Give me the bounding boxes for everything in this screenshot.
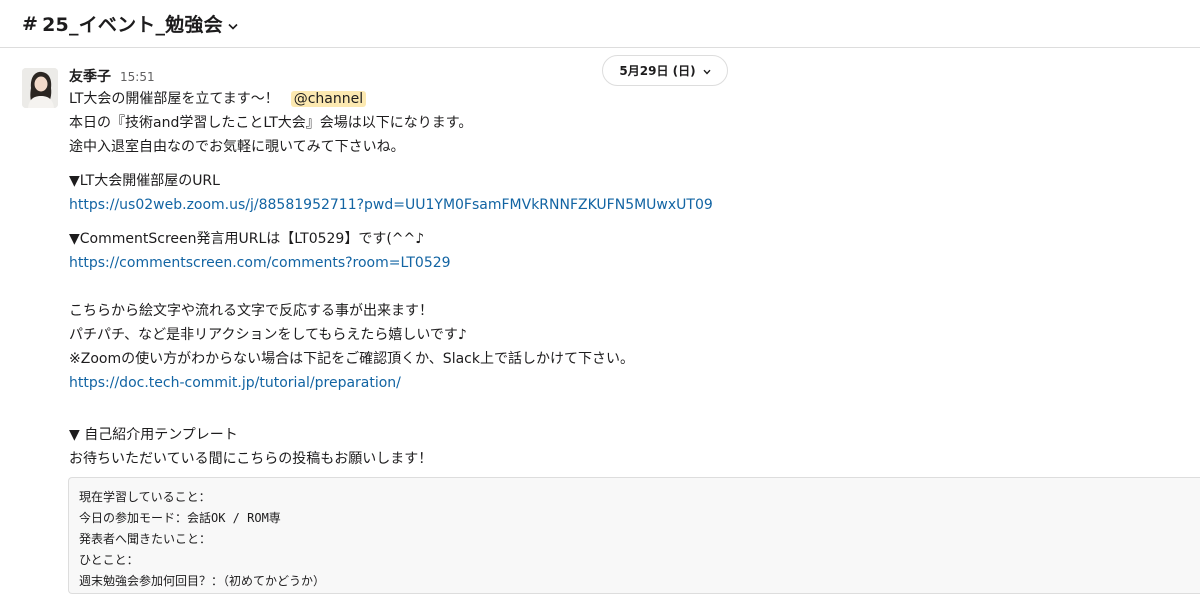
code-line: 今日の参加モード：会話OK / ROM専 (79, 511, 281, 525)
zoom-link[interactable]: https://us02web.zoom.us/j/88581952711?pw… (69, 197, 713, 213)
message-text: LT大会の開催部屋を立てます〜！ (69, 91, 279, 107)
code-block: 現在学習していること： 今日の参加モード：会話OK / ROM専 発表者へ聞きた… (68, 477, 1200, 594)
message-text: 途中入退室自由なのでお気軽に覗いてみて下さいね。 (69, 139, 405, 155)
message-text: こちらから絵文字や流れる文字で反応する事が出来ます！ (69, 303, 433, 319)
message-text: ▼CommentScreen発言用URLは【LT0529】です(^^♪ (69, 231, 425, 247)
message-text: ▼ 自己紹介用テンプレート (69, 427, 238, 443)
message-text: 本日の『技術and学習したことLT大会』会場は以下になります。 (69, 115, 473, 131)
channel-mention[interactable]: @channel (290, 91, 367, 107)
channel-name-button[interactable]: # 25_イベント_勉強会 (22, 10, 238, 37)
channel-hash-symbol: # (22, 12, 39, 35)
channel-title: 25_イベント_勉強会 (42, 14, 223, 36)
message-text: お待ちいただいている間にこちらの投稿もお願いします！ (69, 451, 433, 467)
message-author[interactable]: 友季子 (69, 66, 111, 86)
chevron-down-icon (228, 13, 238, 35)
message-line: LT大会の開催部屋を立てます〜！ @channel (69, 87, 1189, 111)
avatar[interactable] (22, 68, 58, 108)
code-line: ひとこと： (79, 553, 139, 567)
tutorial-link[interactable]: https://doc.tech-commit.jp/tutorial/prep… (69, 375, 401, 391)
message-text: ▼LT大会開催部屋のURL (69, 173, 220, 189)
code-line: 現在学習していること： (79, 490, 211, 504)
message-text: パチパチ、など是非リアクションをしてもらえたら嬉しいです♪ (69, 327, 467, 343)
code-line: 発表者へ聞きたいこと： (79, 532, 212, 546)
channel-header: # 25_イベント_勉強会 (0, 0, 1200, 48)
code-line: 週末勉強会参加何回目？：（初めてかどうか） (79, 574, 326, 588)
message: 友季子 15:51 LT大会の開催部屋を立てます〜！ @channel 本日の『技… (69, 66, 1189, 471)
message-text: ※Zoomの使い方がわからない場合は下記をご確認頂くか、Slack上で話しかけて… (69, 351, 634, 367)
commentscreen-link[interactable]: https://commentscreen.com/comments?room=… (69, 255, 451, 271)
message-timestamp[interactable]: 15:51 (120, 70, 155, 84)
